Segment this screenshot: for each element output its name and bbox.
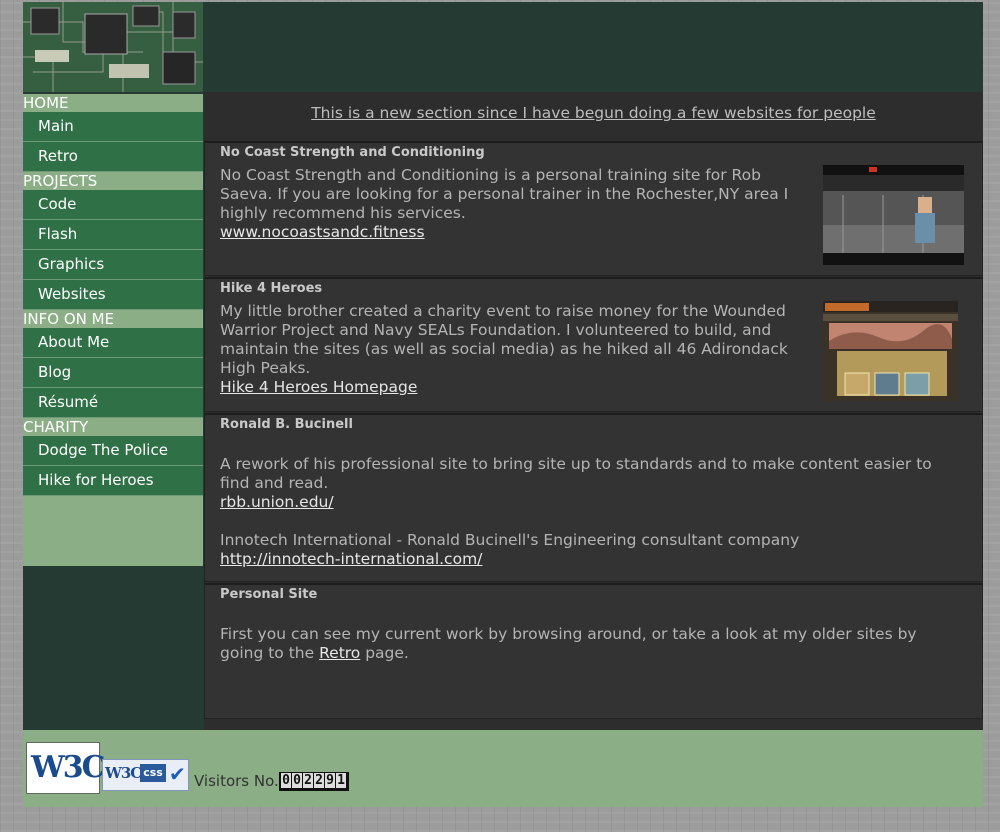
- section-hike-4-heroes: Hike 4 Heroes My little brother created …: [204, 277, 983, 412]
- intro-link[interactable]: This is a new section since I have begun…: [311, 104, 876, 122]
- rbb-link[interactable]: rbb.union.edu/: [220, 493, 334, 511]
- counter-digit: 1: [336, 773, 346, 788]
- nav-item-flash[interactable]: Flash: [23, 220, 203, 250]
- counter-digit: 0: [281, 773, 291, 788]
- section-no-coast: No Coast Strength and Conditioning No Co…: [204, 141, 983, 276]
- nav-item-code[interactable]: Code: [23, 190, 203, 220]
- nav-item-resume[interactable]: Résumé: [23, 388, 203, 418]
- nav-item-hike-for-heroes[interactable]: Hike for Heroes: [23, 466, 203, 496]
- visitors-label: Visitors No.: [194, 772, 279, 790]
- nav-item-websites[interactable]: Websites: [23, 280, 203, 310]
- w3c-css-logo-text: W3C: [105, 764, 142, 782]
- hike4heroes-link[interactable]: Hike 4 Heroes Homepage: [220, 378, 417, 396]
- header: [23, 2, 983, 92]
- nav-heading-projects[interactable]: PROJECTS: [23, 172, 203, 190]
- section-text: First you can see my current work by bro…: [220, 625, 960, 663]
- footer: W3C W3C css ✔ Visitors No. 0 0 2 2 9 1: [23, 730, 983, 807]
- counter-digit: 2: [314, 773, 324, 788]
- visitor-counter: 0 0 2 2 9 1: [279, 772, 349, 791]
- nocoast-screenshot[interactable]: [823, 165, 964, 265]
- page-container: HOME Main Retro PROJECTS Code Flash Grap…: [23, 2, 983, 807]
- counter-digit: 0: [292, 773, 302, 788]
- nav-item-retro[interactable]: Retro: [23, 142, 203, 172]
- nav-item-about-me[interactable]: About Me: [23, 328, 203, 358]
- nav-item-blog[interactable]: Blog: [23, 358, 203, 388]
- section-description: My little brother created a charity even…: [220, 302, 788, 377]
- checkmark-icon: ✔: [169, 762, 186, 786]
- section-bucinell: Ronald B. Bucinell A rework of his profe…: [204, 413, 983, 582]
- innotech-link[interactable]: http://innotech-international.com/: [220, 550, 482, 568]
- nav-item-dodge-the-police[interactable]: Dodge The Police: [23, 436, 203, 466]
- css-text: css: [140, 764, 166, 782]
- circuit-board-image: [23, 2, 203, 92]
- section-description: A rework of his professional site to bri…: [220, 455, 932, 492]
- section-personal-site: Personal Site First you can see my curre…: [204, 583, 983, 719]
- section-description-2: Innotech International - Ronald Bucinell…: [220, 531, 800, 549]
- nocoast-link[interactable]: www.nocoastsandc.fitness: [220, 223, 425, 241]
- main-content: This is a new section since I have begun…: [204, 92, 983, 730]
- hike4heroes-screenshot[interactable]: [823, 301, 958, 401]
- nav-item-main[interactable]: Main: [23, 112, 203, 142]
- counter-digit: 2: [303, 773, 313, 788]
- section-text: A rework of his professional site to bri…: [220, 455, 950, 569]
- sidebar-filler: [23, 496, 203, 566]
- intro: This is a new section since I have begun…: [204, 92, 983, 141]
- w3c-logo-text: W3C: [31, 750, 105, 785]
- section-title: Hike 4 Heroes: [220, 281, 323, 296]
- sidebar-nav: HOME Main Retro PROJECTS Code Flash Grap…: [23, 94, 203, 566]
- section-text: My little brother created a charity even…: [220, 302, 810, 397]
- circuit-board-logo: [23, 2, 203, 92]
- counter-digit: 9: [325, 773, 335, 788]
- section-title: Personal Site: [220, 587, 318, 602]
- nav-item-graphics[interactable]: Graphics: [23, 250, 203, 280]
- retro-link[interactable]: Retro: [319, 644, 360, 662]
- w3c-css-badge[interactable]: W3C css ✔: [102, 759, 189, 791]
- section-description-end: page.: [360, 644, 409, 662]
- section-title: No Coast Strength and Conditioning: [220, 145, 485, 160]
- nav-heading-home[interactable]: HOME: [23, 94, 203, 112]
- section-title: Ronald B. Bucinell: [220, 417, 353, 432]
- nav-heading-charity[interactable]: CHARITY: [23, 418, 203, 436]
- w3c-badge[interactable]: W3C: [26, 742, 105, 794]
- section-description: No Coast Strength and Conditioning is a …: [220, 166, 789, 222]
- section-text: No Coast Strength and Conditioning is a …: [220, 166, 795, 242]
- nav-heading-info[interactable]: INFO ON ME: [23, 310, 203, 328]
